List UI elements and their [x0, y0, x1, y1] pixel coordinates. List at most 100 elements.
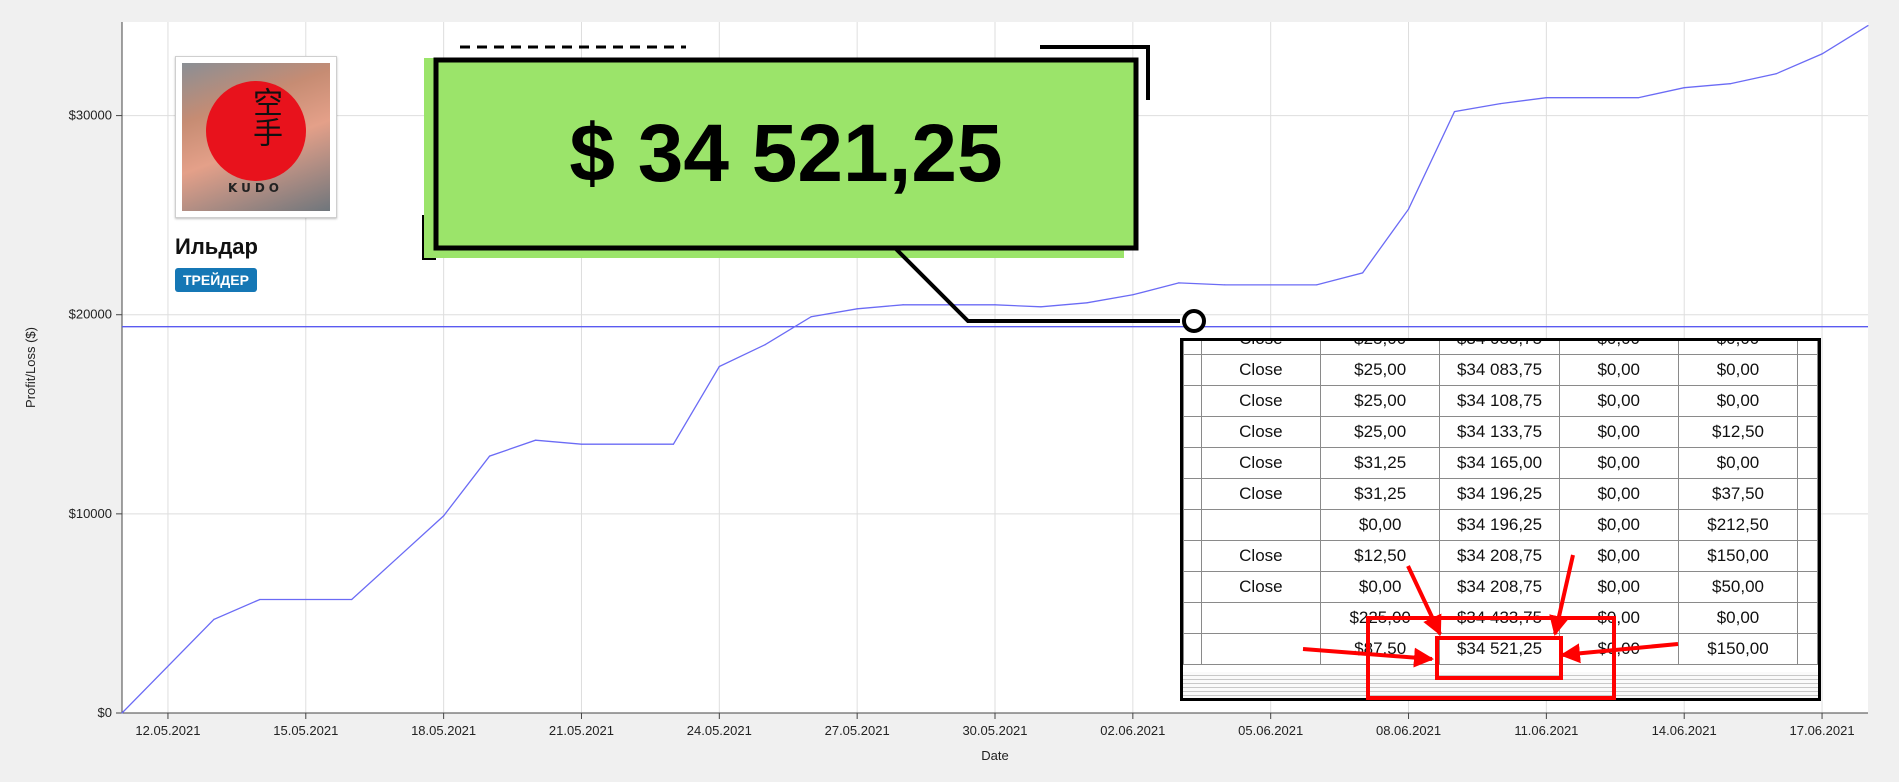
- x-tick-label: 14.06.2021: [1652, 723, 1717, 738]
- data-point: [534, 439, 537, 441]
- table-cell: $25,00: [1319, 341, 1441, 355]
- data-point: [1178, 282, 1180, 284]
- y-tick-label: $20000: [69, 307, 112, 322]
- table-cell: $0,00: [1677, 602, 1799, 634]
- table-cell: $34 196,25: [1439, 509, 1560, 541]
- table-cell: [1200, 633, 1321, 665]
- table-row: $0,00 $34 196,25 $0,00 $212,50: [1183, 509, 1818, 541]
- table-cell: $12,50: [1677, 416, 1799, 448]
- table-cell: $0,00: [1558, 478, 1679, 510]
- table-cell: $0,00: [1677, 447, 1799, 479]
- x-tick-label: 27.05.2021: [825, 723, 890, 738]
- role-badge: ТРЕЙДЕР: [175, 268, 257, 292]
- table-cell: $34 083,75: [1439, 354, 1560, 386]
- table-cell: $34 108,75: [1439, 385, 1560, 417]
- x-tick-label: 15.05.2021: [273, 723, 338, 738]
- table-cell: $0,00: [1319, 571, 1441, 603]
- data-point: [718, 365, 720, 368]
- data-point: [1361, 272, 1364, 274]
- y-tick-label: $30000: [69, 108, 112, 123]
- table-cell: $0,00: [1558, 341, 1679, 355]
- table-cell: $0,00: [1558, 540, 1679, 572]
- data-point: [810, 316, 812, 318]
- trader-profile: 空手 KUDO Ильдар ТРЕЙДЕР: [175, 56, 337, 292]
- table-cell: Close: [1200, 478, 1321, 510]
- table-cell: $34 521,25: [1439, 633, 1560, 665]
- row-end: [1797, 478, 1818, 510]
- table-cell: $34 133,75: [1439, 416, 1560, 448]
- data-point: [1775, 73, 1777, 75]
- kanji-glyph: 空手: [247, 87, 282, 147]
- data-point: [1867, 24, 1869, 27]
- data-point: [764, 343, 766, 346]
- x-tick-label: 17.06.2021: [1790, 723, 1855, 738]
- row-gutter: [1183, 354, 1202, 386]
- table-cell: $34 083,75: [1439, 341, 1560, 355]
- data-point: [994, 304, 996, 306]
- row-gutter: [1183, 633, 1202, 665]
- table-cell: $0,00: [1319, 509, 1441, 541]
- table-cell: $12,50: [1319, 540, 1441, 572]
- x-tick-label: 05.06.2021: [1238, 723, 1303, 738]
- row-gutter: [1183, 478, 1202, 510]
- table-row: Close $12,50 $34 208,75 $0,00 $150,00: [1183, 540, 1818, 572]
- data-point: [1132, 294, 1134, 296]
- data-point: [1086, 302, 1088, 304]
- x-tick-label: 02.06.2021: [1100, 723, 1165, 738]
- avatar-photo: 空手 KUDO: [182, 63, 330, 211]
- avatar[interactable]: 空手 KUDO: [175, 56, 337, 218]
- row-gutter: [1183, 385, 1202, 417]
- table-cell: $225,00: [1319, 602, 1441, 634]
- x-tick-label: 21.05.2021: [549, 723, 614, 738]
- data-point: [1545, 97, 1547, 99]
- x-tick-label: 11.06.2021: [1514, 723, 1578, 738]
- row-end: [1797, 571, 1818, 603]
- table-cell: $37,50: [1677, 478, 1799, 510]
- table-cell: Close: [1200, 385, 1321, 417]
- data-point: [488, 455, 491, 457]
- table-cell: $0,00: [1677, 354, 1799, 386]
- row-end: [1797, 447, 1818, 479]
- y-tick-label: $0: [98, 705, 112, 720]
- data-point: [1040, 306, 1042, 308]
- table-cell: $150,00: [1677, 633, 1799, 665]
- data-point: [121, 712, 123, 714]
- data-point: [351, 598, 353, 601]
- table-cell: $31,25: [1319, 478, 1441, 510]
- user-name[interactable]: Ильдар: [175, 234, 258, 260]
- row-end: [1797, 509, 1818, 541]
- row-end: [1797, 416, 1818, 448]
- data-point: [580, 443, 583, 445]
- table-cell: $0,00: [1558, 354, 1679, 386]
- x-tick-label: 30.05.2021: [962, 723, 1027, 738]
- table-cell: $0,00: [1558, 633, 1679, 665]
- row-end: [1797, 341, 1818, 355]
- avatar-word: KUDO: [228, 181, 283, 195]
- table-cell: $150,00: [1677, 540, 1799, 572]
- table-cell: Close: [1200, 540, 1321, 572]
- row-gutter: [1183, 571, 1202, 603]
- data-point: [856, 308, 858, 310]
- data-point: [1224, 284, 1226, 286]
- data-point: [1316, 284, 1318, 286]
- chart-frame: $0 $10000 $20000 $30000 12.05.2021 15.05.2021…: [0, 0, 1899, 782]
- data-point: [902, 304, 904, 306]
- row-gutter: [1183, 540, 1202, 572]
- x-tick-label: 18.05.2021: [411, 723, 476, 738]
- row-end: [1797, 602, 1818, 634]
- row-end: [1797, 540, 1818, 572]
- row-gutter: [1183, 341, 1202, 355]
- trades-table: Close $25,00 $34 083,75 $0,00 $0,00 Close $25,…: [1183, 341, 1818, 665]
- table-cell: $87,50: [1319, 633, 1441, 665]
- row-gutter: [1183, 416, 1202, 448]
- table-row: Close $25,00 $34 083,75 $0,00 $0,00: [1183, 341, 1818, 355]
- table-cell: [1200, 509, 1321, 541]
- data-point: [213, 618, 215, 621]
- table-row: Close $25,00 $34 108,75 $0,00 $0,00: [1183, 385, 1818, 417]
- row-gutter: [1183, 602, 1202, 634]
- table-cell: $0,00: [1558, 385, 1679, 417]
- data-point: [1499, 103, 1502, 105]
- table-row: Close $31,25 $34 196,25 $0,00 $37,50: [1183, 478, 1818, 510]
- x-tick-label: 12.05.2021: [135, 723, 200, 738]
- table-cell: $0,00: [1558, 416, 1679, 448]
